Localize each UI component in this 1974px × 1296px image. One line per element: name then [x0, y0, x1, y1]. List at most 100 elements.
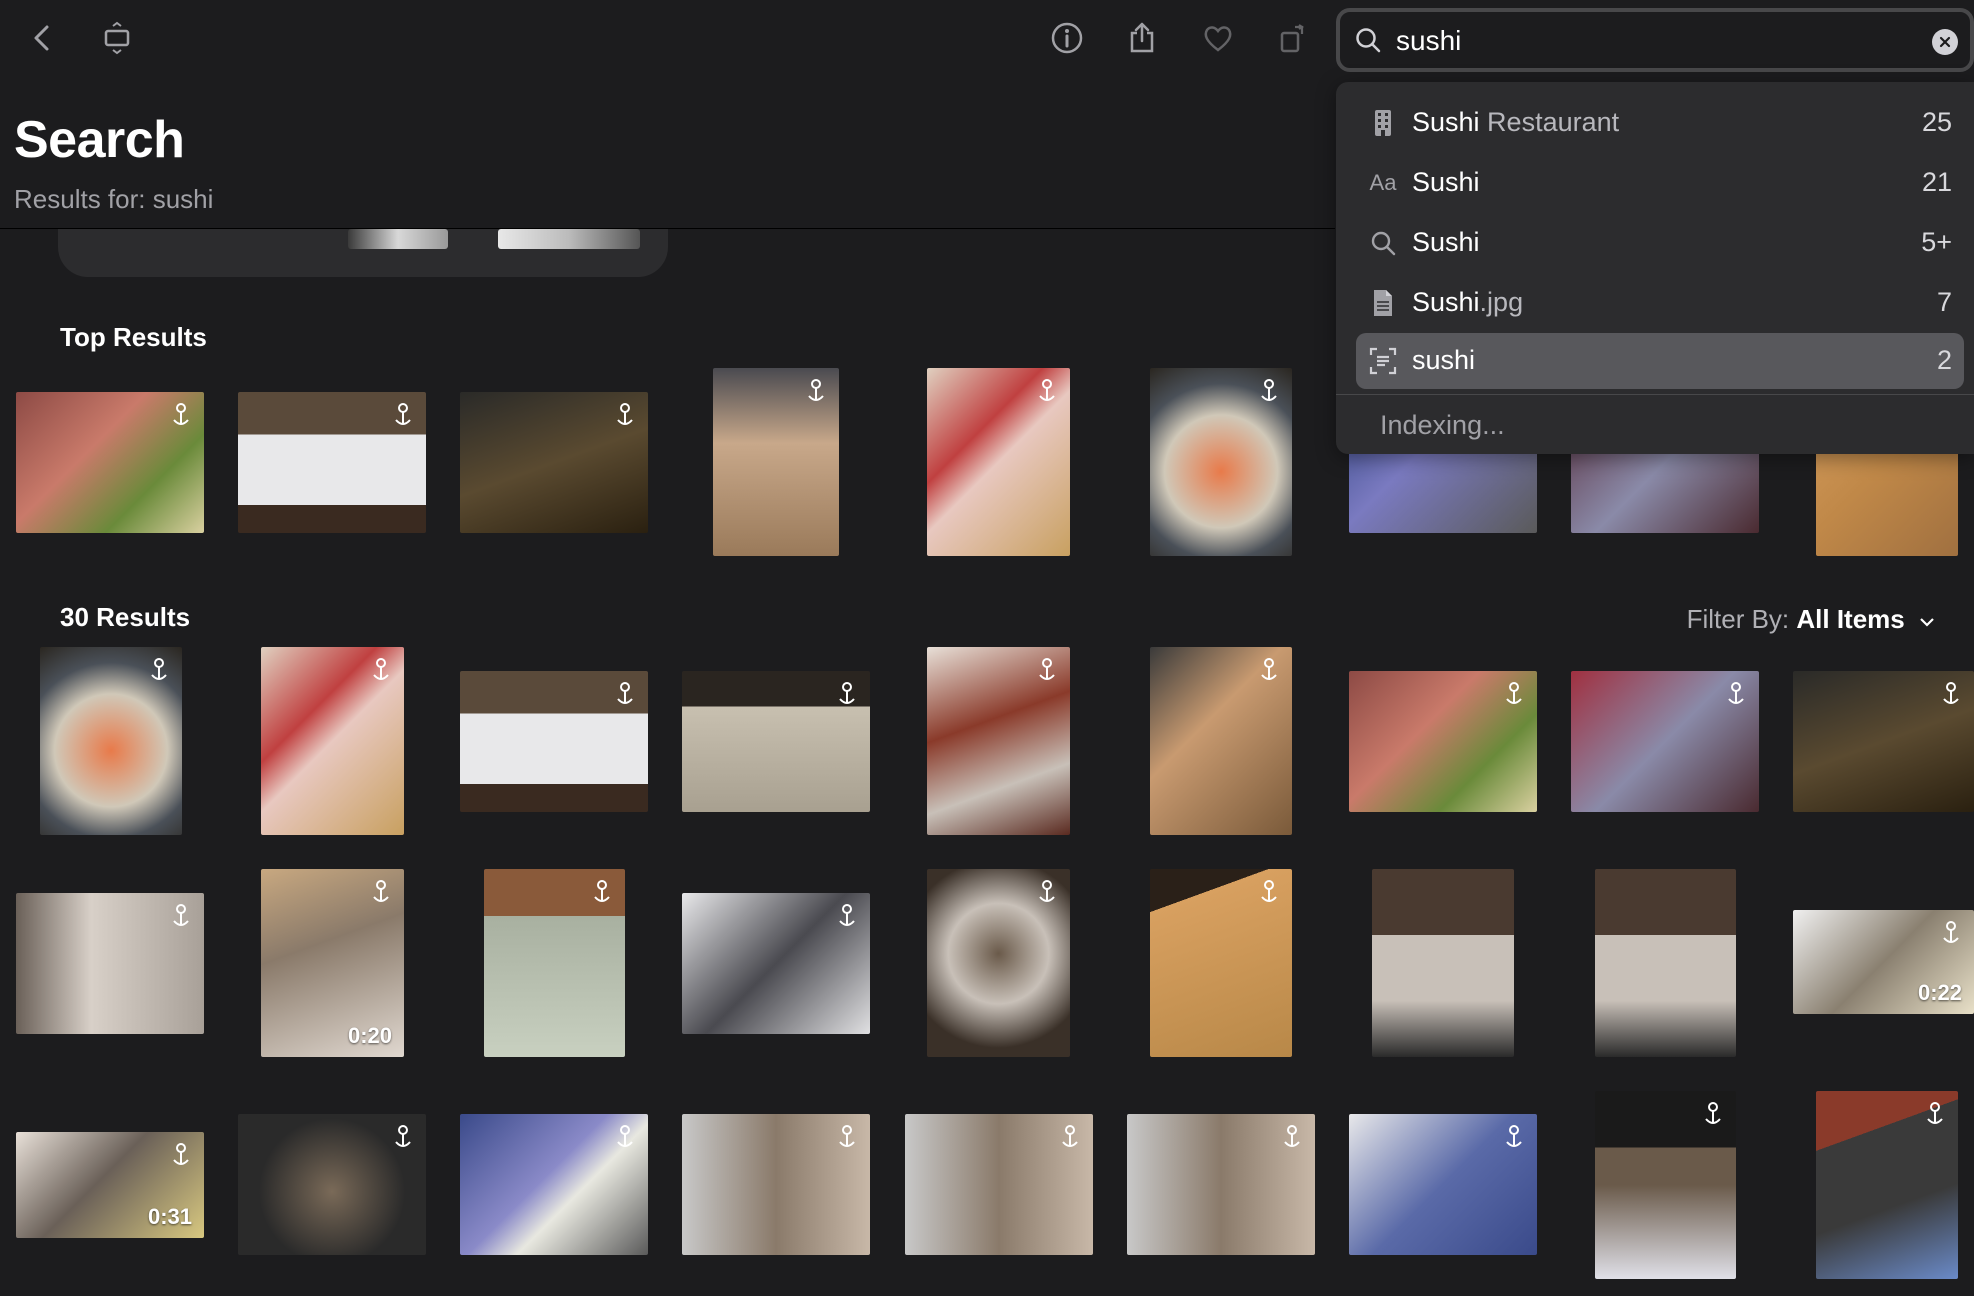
suggestion-item[interactable]: Sushi.jpg 7 — [1356, 275, 1964, 331]
video-thumbnail[interactable]: 0:22 — [1793, 910, 1974, 1014]
page-title: Search — [14, 111, 185, 169]
slideshow-button[interactable] — [93, 14, 141, 62]
suggestion-item-selected[interactable]: sushi 2 — [1356, 333, 1964, 389]
suggestion-count: 2 — [1936, 345, 1952, 375]
photo-thumbnail[interactable] — [460, 671, 648, 812]
rotate-button[interactable] — [1270, 14, 1318, 62]
photo-thumbnail[interactable] — [1595, 869, 1736, 1057]
photo-thumbnail[interactable] — [1349, 671, 1537, 812]
video-thumbnail[interactable]: 0:20 — [261, 869, 404, 1057]
location-pin-icon — [1506, 1125, 1522, 1147]
search-suggestions: Sushi Restaurant 25 Aa Sushi 21 Sushi 5+… — [1336, 82, 1974, 454]
photo-thumbnail[interactable] — [484, 869, 625, 1057]
photo-thumbnail[interactable] — [713, 368, 839, 556]
building-icon — [1368, 108, 1398, 138]
video-duration: 0:22 — [1917, 980, 1962, 1005]
location-pin-icon — [808, 379, 824, 401]
location-pin-icon — [1284, 1125, 1300, 1147]
location-pin-icon — [839, 1125, 855, 1147]
filter-label: Filter By: — [1686, 604, 1790, 634]
photo-thumbnail[interactable] — [16, 893, 204, 1034]
location-pin-icon — [373, 880, 389, 902]
video-duration: 0:31 — [147, 1204, 192, 1229]
clear-search-button[interactable] — [1932, 29, 1958, 55]
location-pin-icon — [1943, 682, 1959, 704]
photo-thumbnail[interactable] — [1571, 671, 1759, 812]
close-icon — [1939, 36, 1951, 48]
photo-thumbnail[interactable] — [1349, 1114, 1537, 1255]
photo-thumbnail[interactable] — [1372, 869, 1514, 1057]
suggestion-item[interactable]: Sushi Restaurant 25 — [1356, 95, 1964, 151]
photo-thumbnail[interactable] — [1595, 1091, 1736, 1279]
photo-thumbnail[interactable] — [927, 869, 1070, 1057]
photo-thumbnail[interactable] — [238, 1114, 426, 1255]
page-header: Search Results for: sushi — [0, 80, 1335, 229]
search-icon — [1356, 28, 1381, 53]
photo-thumbnail[interactable] — [460, 1114, 648, 1255]
filter-value: All Items — [1796, 604, 1905, 634]
location-pin-icon — [1039, 880, 1055, 902]
location-pin-icon — [1039, 658, 1055, 680]
suggestion-item[interactable]: Aa Sushi 21 — [1356, 155, 1964, 211]
photo-thumbnail[interactable] — [927, 647, 1070, 835]
suggestion-label: Sushi — [1412, 227, 1480, 257]
filter-menu[interactable]: Filter By: All Items — [1687, 604, 1936, 635]
photo-thumbnail[interactable] — [261, 647, 404, 835]
location-pin-icon — [617, 1125, 633, 1147]
suggestion-label: Sushi — [1412, 107, 1480, 137]
location-pin-icon — [839, 682, 855, 704]
share-button[interactable] — [1118, 14, 1166, 62]
suggestion-item[interactable]: Sushi 5+ — [1356, 215, 1964, 271]
suggestion-label: sushi — [1412, 345, 1476, 375]
location-pin-icon — [839, 904, 855, 926]
chevron-down-icon — [1920, 618, 1934, 627]
document-icon — [1368, 288, 1398, 318]
back-button[interactable] — [18, 14, 66, 62]
photo-thumbnail[interactable] — [1127, 1114, 1315, 1255]
location-pin-icon — [1927, 1102, 1943, 1124]
photo-thumbnail[interactable] — [927, 368, 1070, 556]
card-thumbnail — [498, 229, 640, 249]
search-input[interactable] — [1394, 20, 1918, 62]
photo-thumbnail[interactable] — [1816, 1091, 1958, 1279]
indexing-status: Indexing... — [1380, 410, 1505, 440]
location-pin-icon — [173, 1143, 189, 1165]
video-thumbnail[interactable]: 0:31 — [16, 1132, 204, 1238]
photo-thumbnail[interactable] — [1150, 647, 1292, 835]
photo-thumbnail[interactable] — [1150, 869, 1292, 1057]
location-pin-icon — [395, 403, 411, 425]
suggestion-label: Sushi — [1412, 167, 1480, 197]
text-icon: Aa — [1369, 170, 1397, 195]
location-pin-icon — [1728, 682, 1744, 704]
location-pin-icon — [1506, 682, 1522, 704]
location-pin-icon — [1062, 1125, 1078, 1147]
info-button[interactable] — [1043, 14, 1091, 62]
location-pin-icon — [1261, 880, 1277, 902]
location-pin-icon — [173, 904, 189, 926]
photo-thumbnail[interactable] — [1793, 671, 1974, 812]
top-results-title: Top Results — [60, 322, 207, 352]
photo-thumbnail[interactable] — [682, 893, 870, 1034]
photo-thumbnail[interactable] — [682, 1114, 870, 1255]
chevron-left-icon — [34, 25, 49, 51]
slideshow-icon — [104, 21, 130, 55]
search-field[interactable] — [1336, 8, 1974, 72]
photo-thumbnail[interactable] — [40, 647, 182, 835]
location-pin-icon — [617, 682, 633, 704]
location-pin-icon — [373, 658, 389, 680]
heart-icon — [1204, 26, 1232, 52]
suggestion-count: 5+ — [1921, 227, 1952, 257]
location-pin-icon — [594, 880, 610, 902]
suggestion-label-suffix: .jpg — [1479, 287, 1524, 317]
photo-thumbnail[interactable] — [682, 671, 870, 812]
photo-thumbnail[interactable] — [238, 392, 426, 533]
photo-thumbnail[interactable] — [16, 392, 204, 533]
suggestion-label: Sushi — [1412, 287, 1480, 317]
location-pin-icon — [395, 1125, 411, 1147]
photo-thumbnail[interactable] — [1150, 368, 1292, 556]
suggestion-count: 25 — [1921, 107, 1952, 137]
photo-thumbnail[interactable] — [460, 392, 648, 533]
photo-thumbnail[interactable] — [905, 1114, 1093, 1255]
location-pin-icon — [151, 658, 167, 680]
favorite-button[interactable] — [1194, 14, 1242, 62]
